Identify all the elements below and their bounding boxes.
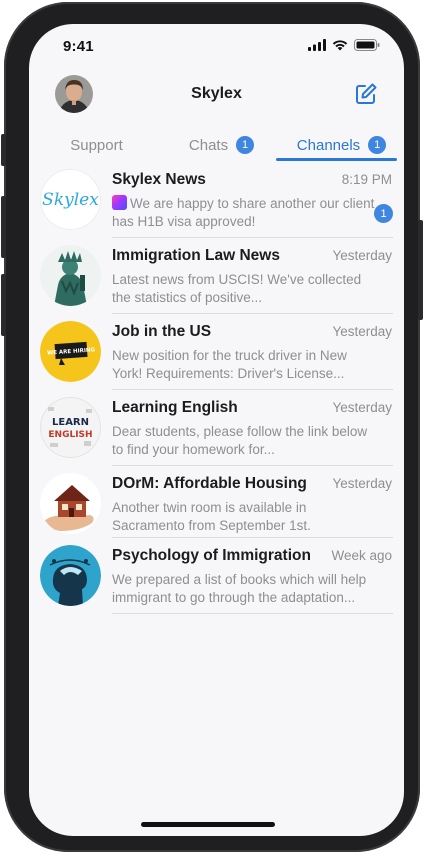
tab-support-label: Support bbox=[70, 136, 123, 154]
wifi-icon bbox=[332, 40, 348, 51]
channel-row-job-in-the-us[interactable]: WE ARE HIRING Job in the US Yesterday Ne… bbox=[29, 314, 404, 390]
channel-title: Job in the US bbox=[112, 323, 212, 340]
channel-row-body: Psychology of Immigration Week ago We pr… bbox=[112, 545, 393, 614]
learn-text: LEARN bbox=[52, 417, 89, 428]
battery-icon bbox=[354, 39, 380, 51]
channel-preview: Dear students, please follow the link be… bbox=[112, 424, 368, 457]
channel-row-body: DOrM: Affordable Housing Yesterday Anoth… bbox=[112, 473, 393, 538]
skylex-logo-text: Skylex bbox=[42, 190, 99, 210]
channel-row-psychology-of-immigration[interactable]: Psychology of Immigration Week ago We pr… bbox=[29, 538, 404, 614]
channel-row-body: Job in the US Yesterday New position for… bbox=[112, 321, 393, 390]
learn-english-avatar: LEARN ENGLISH bbox=[40, 397, 101, 458]
channel-preview: Latest news from USCIS! We've collected … bbox=[112, 272, 362, 305]
status-icons bbox=[308, 39, 380, 51]
channel-title: DOrM: Affordable Housing bbox=[112, 475, 307, 492]
unread-badge: 1 bbox=[374, 204, 393, 223]
tab-chats-badge: 1 bbox=[236, 136, 255, 154]
psychology-head-avatar bbox=[40, 545, 101, 606]
cellular-signal-icon bbox=[308, 39, 326, 51]
active-tab-indicator bbox=[276, 158, 397, 161]
mute-switch bbox=[1, 134, 6, 166]
tab-channels[interactable]: Channels 1 bbox=[279, 128, 404, 162]
channel-preview: We prepared a list of books which will h… bbox=[112, 572, 367, 605]
channel-title: Immigration Law News bbox=[112, 247, 280, 264]
phone-frame: 9:41 Skylex Support Chats 1 Channels 1 S… bbox=[1, 2, 423, 852]
channel-time: Yesterday bbox=[332, 324, 392, 339]
volume-up-button bbox=[1, 196, 6, 258]
house-in-hand-avatar bbox=[40, 473, 101, 534]
home-indicator bbox=[141, 822, 275, 827]
channel-row-learning-english[interactable]: LEARN ENGLISH Learning English Yesterday… bbox=[29, 390, 404, 466]
volume-down-button bbox=[1, 274, 6, 336]
tab-chats[interactable]: Chats 1 bbox=[164, 128, 279, 162]
channel-preview: We are happy to share another our client… bbox=[112, 195, 378, 231]
channel-time: Yesterday bbox=[332, 476, 392, 491]
channel-time: 8:19 PM bbox=[341, 172, 392, 187]
status-bar: 9:41 bbox=[29, 24, 404, 70]
channel-row-dorm-housing[interactable]: DOrM: Affordable Housing Yesterday Anoth… bbox=[29, 466, 404, 538]
statue-of-liberty-avatar bbox=[40, 245, 101, 306]
tab-chats-label: Chats bbox=[188, 136, 229, 154]
tab-bar: Support Chats 1 Channels 1 bbox=[29, 128, 404, 162]
status-time: 9:41 bbox=[63, 38, 94, 55]
app-screen: 9:41 Skylex Support Chats 1 Channels 1 S… bbox=[29, 24, 404, 836]
english-text: ENGLISH bbox=[48, 430, 92, 440]
tab-channels-badge: 1 bbox=[368, 136, 387, 154]
power-button bbox=[418, 220, 423, 320]
channel-title: Psychology of Immigration bbox=[112, 547, 311, 564]
channel-preview: New position for the truck driver in New… bbox=[112, 348, 347, 381]
channel-row-immigration-law-news[interactable]: Immigration Law News Yesterday Latest ne… bbox=[29, 238, 404, 314]
tab-channels-label: Channels bbox=[296, 136, 361, 154]
channel-preview-text: We are happy to share another our client… bbox=[112, 196, 375, 229]
skylex-logo-avatar: Skylex bbox=[40, 169, 101, 230]
we-are-hiring-avatar: WE ARE HIRING bbox=[40, 321, 101, 382]
compose-icon[interactable] bbox=[354, 82, 378, 106]
channel-time: Yesterday bbox=[332, 400, 392, 415]
app-title: Skylex bbox=[191, 85, 242, 102]
app-emoji-icon bbox=[112, 195, 127, 210]
tab-support[interactable]: Support bbox=[29, 128, 164, 162]
channel-row-body: Skylex News 8:19 PM We are happy to shar… bbox=[112, 169, 393, 238]
app-header: Skylex bbox=[29, 70, 404, 124]
channel-time: Yesterday bbox=[332, 248, 392, 263]
channel-row-body: Learning English Yesterday Dear students… bbox=[112, 397, 393, 466]
channel-preview: Another twin room is available in Sacram… bbox=[112, 500, 311, 533]
channel-time: Week ago bbox=[331, 548, 392, 563]
channel-title: Learning English bbox=[112, 399, 238, 416]
channel-row-body: Immigration Law News Yesterday Latest ne… bbox=[112, 245, 393, 314]
channel-list: Skylex Skylex News 8:19 PM We are happy … bbox=[29, 162, 404, 614]
channel-row-skylex-news[interactable]: Skylex Skylex News 8:19 PM We are happy … bbox=[29, 162, 404, 238]
channel-title: Skylex News bbox=[112, 171, 206, 188]
